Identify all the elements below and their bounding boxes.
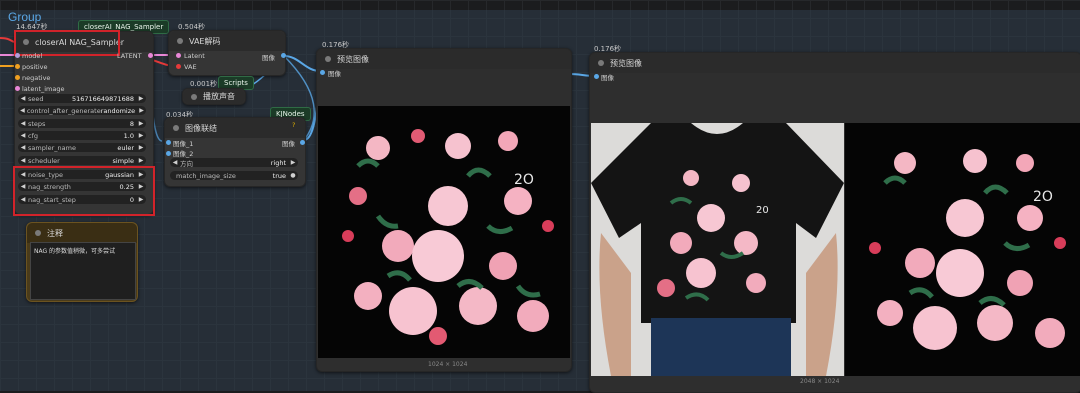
input-positive[interactable]: positive (22, 63, 48, 71)
preview2-caption: 2048 × 1024 (800, 378, 840, 385)
vae-output-image[interactable]: 图像 (262, 52, 275, 62)
widget-scheduler[interactable]: ◀ scheduler simple ▶ (18, 156, 146, 165)
preview2-title: 预览图像 (610, 58, 642, 68)
concat-image1-dot[interactable] (166, 140, 171, 145)
play-sound-node[interactable]: 播放声音 (182, 88, 246, 105)
preview2-tshirt-photo: 20 (591, 123, 844, 376)
preview1-header[interactable]: 预览图像 (317, 49, 571, 69)
latent-input-dot[interactable] (15, 86, 20, 91)
collapse-dot-icon[interactable] (325, 56, 331, 62)
vae-output-dot[interactable] (281, 53, 286, 58)
vae-header[interactable]: VAE解码 (169, 31, 285, 51)
svg-text:20: 20 (756, 205, 769, 216)
decrement-arrow-icon[interactable]: ◀ (18, 120, 28, 127)
vae-title: VAE解码 (189, 36, 221, 46)
widget-control-after-generate[interactable]: ◀ control_after_generate randomize ▶ (18, 106, 146, 115)
increment-arrow-icon[interactable]: ▶ (137, 107, 146, 114)
concat-header[interactable]: 图像联结 (165, 118, 305, 138)
decrement-arrow-icon[interactable]: ◀ (18, 107, 27, 114)
preview2-header[interactable]: 预览图像 (590, 53, 1080, 73)
tshirt-photo-image: 20 (591, 123, 844, 376)
preview1-caption: 1024 × 1024 (428, 361, 468, 368)
preview1-input-image[interactable]: 图像 (328, 68, 341, 78)
decrement-arrow-icon[interactable]: ◀ (18, 144, 28, 151)
input-latent-image[interactable]: latent_image (22, 85, 65, 93)
widget-cfg[interactable]: ◀ cfg 1.0 ▶ (18, 131, 146, 140)
concat-image2-dot[interactable] (166, 151, 171, 156)
svg-text:2O: 2O (1033, 189, 1053, 205)
decrement-arrow-icon[interactable]: ◀ (18, 95, 28, 102)
increment-arrow-icon[interactable]: ▶ (136, 144, 146, 151)
concat-input-image1[interactable]: 图像_1 (173, 138, 193, 148)
decrement-arrow-icon[interactable]: ◀ (170, 159, 180, 166)
preview1-image: 2O (318, 106, 570, 358)
concat-input-image2[interactable]: 图像_2 (173, 148, 193, 158)
concat-output-image[interactable]: 图像 (282, 138, 295, 148)
floral-print-image-2: 2O (845, 123, 1080, 376)
increment-arrow-icon[interactable]: ▶ (136, 157, 146, 164)
latent-output-dot[interactable] (148, 53, 153, 58)
preview2-input-dot[interactable] (594, 74, 599, 79)
preview1-input-dot[interactable] (320, 70, 325, 75)
vae-latent-input-dot[interactable] (176, 53, 181, 58)
nag-params-highlight (13, 166, 155, 216)
help-icon[interactable]: ? (292, 121, 295, 129)
floral-print-image: 2O (318, 106, 570, 358)
vae-input-dot[interactable] (176, 64, 181, 69)
note-header[interactable]: 注释 (27, 223, 137, 243)
note-textarea[interactable]: NAG 的参数值稍微，可多尝试 (30, 242, 136, 300)
increment-arrow-icon[interactable]: ▶ (288, 159, 298, 166)
negative-input-dot[interactable] (15, 75, 20, 80)
play-sound-title: 播放声音 (203, 92, 235, 101)
model-input-dot[interactable] (15, 53, 20, 58)
collapse-dot-icon[interactable] (191, 93, 197, 100)
increment-arrow-icon[interactable]: ▶ (136, 132, 146, 139)
input-model[interactable]: model (22, 52, 42, 60)
collapse-dot-icon[interactable] (598, 60, 604, 66)
toggle-switch-icon[interactable]: ● (288, 172, 298, 179)
increment-arrow-icon[interactable]: ▶ (136, 95, 146, 102)
preview1-title: 预览图像 (337, 54, 369, 64)
widget-seed[interactable]: ◀ seed 516716649871688 ▶ (18, 94, 146, 103)
note-title: 注释 (47, 228, 63, 238)
widget-match-image-size[interactable]: match_image_size true ● (170, 171, 298, 180)
collapse-dot-icon[interactable] (177, 38, 183, 44)
increment-arrow-icon[interactable]: ▶ (136, 120, 146, 127)
widget-sampler-name[interactable]: ◀ sampler_name euler ▶ (18, 143, 146, 152)
widget-direction[interactable]: ◀ 方向 right ▶ (170, 158, 298, 168)
decrement-arrow-icon[interactable]: ◀ (18, 132, 28, 139)
preview2-print-image: 2O (845, 123, 1080, 376)
sampler-output-latent[interactable]: LATENT (117, 52, 142, 60)
widget-steps[interactable]: ◀ steps 8 ▶ (18, 119, 146, 128)
concat-output-dot[interactable] (300, 140, 305, 145)
positive-input-dot[interactable] (15, 64, 20, 69)
concat-title: 图像联结 (185, 123, 217, 133)
decrement-arrow-icon[interactable]: ◀ (18, 157, 28, 164)
input-negative[interactable]: negative (22, 74, 50, 82)
preview2-input-image[interactable]: 图像 (601, 72, 614, 82)
vae-input-vae[interactable]: VAE (184, 63, 197, 71)
vae-input-latent[interactable]: Latent (184, 52, 205, 60)
play-sound-header[interactable]: 播放声音 (183, 89, 245, 104)
svg-text:2O: 2O (514, 172, 534, 188)
collapse-dot-icon[interactable] (35, 230, 41, 236)
collapse-dot-icon[interactable] (173, 125, 179, 131)
